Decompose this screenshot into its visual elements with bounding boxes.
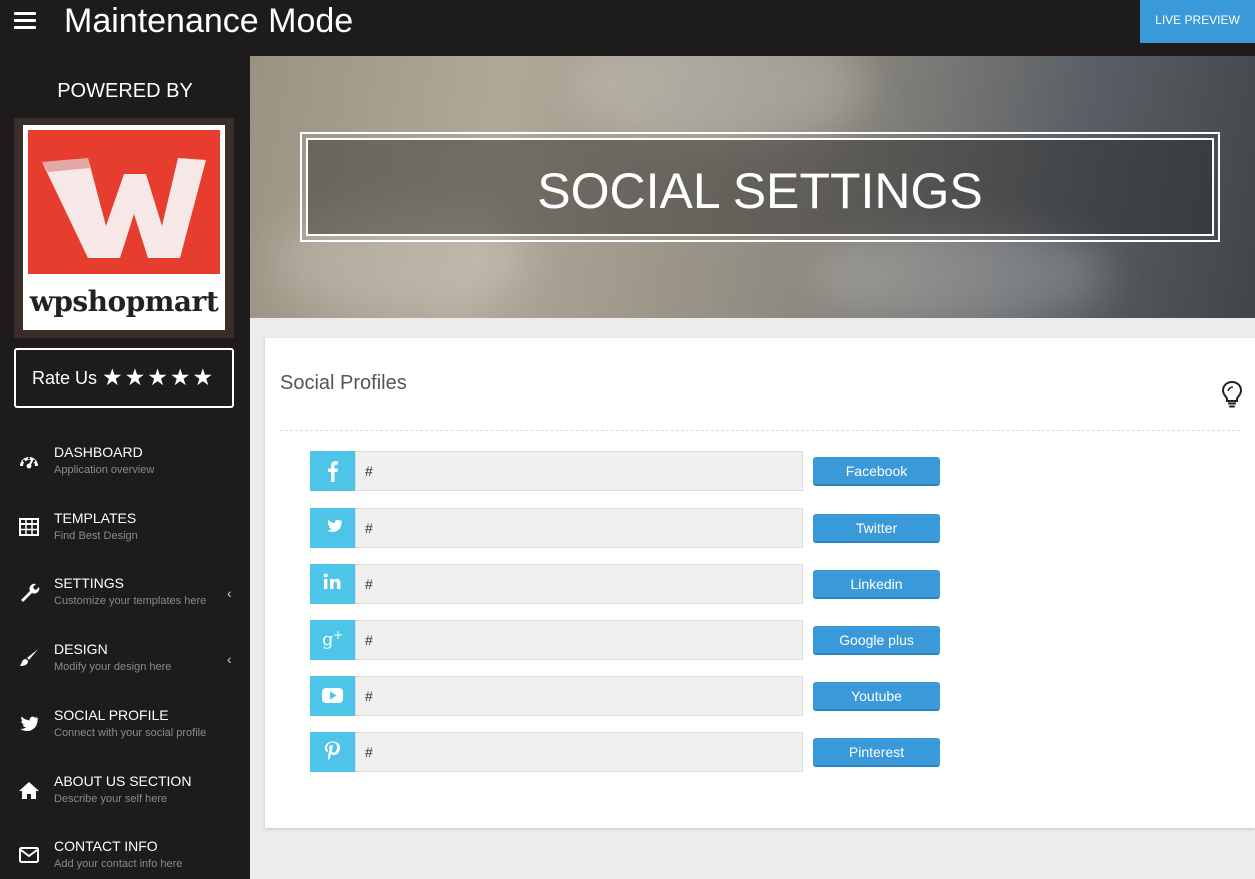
sidebar-item-sublabel: Describe your self here: [54, 793, 168, 805]
hero-title-inner: SOCIAL SETTINGS: [306, 138, 1214, 236]
sidebar-item-label: DASHBOARD: [54, 444, 143, 460]
google-plus-url-input[interactable]: [355, 620, 803, 660]
sidebar-item-label: ABOUT US SECTION: [54, 773, 192, 789]
brand-logo[interactable]: wpshopmart: [14, 118, 234, 338]
facebook-button[interactable]: Facebook: [813, 457, 940, 486]
social-row-google-plus: g + Google plus: [310, 620, 950, 660]
social-row-facebook: Facebook: [310, 451, 950, 491]
hero-banner: SOCIAL SETTINGS: [250, 56, 1255, 318]
facebook-url-input[interactable]: [355, 451, 803, 491]
sidebar-item-label: SOCIAL PROFILE: [54, 707, 169, 723]
sidebar-item-sublabel: Add your contact info here: [54, 858, 183, 870]
divider: [280, 430, 1240, 431]
hero-title-frame: SOCIAL SETTINGS: [300, 132, 1220, 242]
rate-us-button[interactable]: Rate Us ★★★★★: [14, 348, 234, 408]
linkedin-url-input[interactable]: [355, 564, 803, 604]
youtube-url-input[interactable]: [355, 676, 803, 716]
google-plus-button[interactable]: Google plus: [813, 626, 940, 655]
social-row-pinterest: Pinterest: [310, 732, 950, 772]
social-row-youtube: Youtube: [310, 676, 950, 716]
svg-text:g: g: [322, 629, 334, 650]
chevron-left-icon[interactable]: ‹: [227, 651, 232, 667]
social-profiles-panel: Social Profiles Facebook Twitter: [265, 338, 1255, 828]
logo-w-icon: [42, 158, 206, 258]
page-title: SOCIAL SETTINGS: [537, 163, 983, 219]
linkedin-icon: [310, 564, 355, 604]
sidebar: POWERED BY wpshopmart Rate Us ★★★★★ DASH…: [0, 56, 250, 879]
sidebar-item-dashboard[interactable]: DASHBOARD Application overview: [0, 436, 250, 496]
sidebar-item-social-profile[interactable]: SOCIAL PROFILE Connect with your social …: [0, 699, 250, 759]
twitter-icon: [20, 716, 39, 731]
chevron-left-icon[interactable]: ‹: [227, 585, 232, 601]
google-plus-icon: g +: [310, 620, 355, 660]
youtube-button[interactable]: Youtube: [813, 682, 940, 711]
dashboard-icon: [20, 457, 38, 469]
home-icon: [19, 782, 39, 799]
logo-mark: [28, 130, 220, 274]
envelope-icon: [19, 847, 39, 863]
logo-text: wpshopmart: [29, 285, 219, 318]
top-bar: Maintenance Mode LIVE PREVIEW: [0, 0, 1255, 56]
sidebar-item-label: CONTACT INFO: [54, 838, 158, 854]
twitter-button[interactable]: Twitter: [813, 514, 940, 543]
svg-text:+: +: [333, 628, 343, 642]
menu-icon[interactable]: [14, 12, 36, 32]
logo-card: wpshopmart: [23, 125, 225, 330]
youtube-icon: [310, 676, 355, 716]
sidebar-item-sublabel: Customize your templates here: [54, 595, 207, 607]
lightbulb-icon[interactable]: [1221, 380, 1243, 408]
pinterest-icon: [310, 732, 355, 772]
social-row-twitter: Twitter: [310, 508, 950, 548]
pinterest-button[interactable]: Pinterest: [813, 738, 940, 767]
table-icon: [19, 518, 39, 536]
twitter-icon: [310, 508, 355, 548]
rate-us-label: Rate Us: [32, 368, 98, 388]
sidebar-item-label: SETTINGS: [54, 575, 125, 591]
brush-icon: [20, 649, 38, 666]
pinterest-url-input[interactable]: [355, 732, 803, 772]
powered-by-label: POWERED BY: [57, 80, 193, 102]
twitter-url-input[interactable]: [355, 508, 803, 548]
sidebar-item-design[interactable]: DESIGN Modify your design here ‹: [0, 633, 250, 693]
sidebar-item-sublabel: Connect with your social profile: [54, 727, 207, 739]
sidebar-item-sublabel: Application overview: [54, 464, 155, 476]
sidebar-item-label: DESIGN: [54, 641, 108, 657]
facebook-icon: [310, 451, 355, 491]
panel-title: Social Profiles: [280, 372, 407, 394]
live-preview-button[interactable]: LIVE PREVIEW: [1140, 0, 1255, 43]
sidebar-item-sublabel: Modify your design here: [54, 661, 172, 673]
social-row-linkedin: Linkedin: [310, 564, 950, 604]
sidebar-item-contact-info[interactable]: CONTACT INFO Add your contact info here: [0, 830, 250, 879]
sidebar-item-settings[interactable]: SETTINGS Customize your templates here ‹: [0, 567, 250, 627]
sidebar-item-about-us[interactable]: ABOUT US SECTION Describe your self here: [0, 765, 250, 825]
linkedin-button[interactable]: Linkedin: [813, 570, 940, 599]
sidebar-item-sublabel: Find Best Design: [54, 530, 138, 542]
sidebar-item-label: TEMPLATES: [54, 510, 137, 526]
star-rating-icon: ★★★★★: [102, 364, 216, 390]
wrench-icon: [21, 583, 40, 602]
app-title: Maintenance Mode: [64, 2, 354, 40]
sidebar-item-templates[interactable]: TEMPLATES Find Best Design: [0, 502, 250, 562]
